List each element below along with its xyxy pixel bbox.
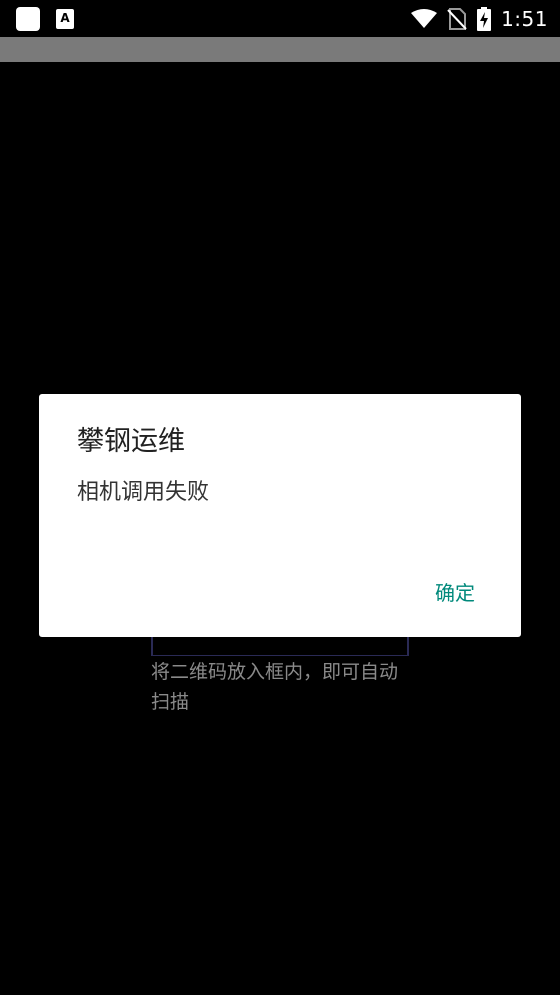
- no-sim-icon: [447, 7, 467, 30]
- a-notification-icon: A: [56, 9, 74, 29]
- clock: 1:51: [501, 6, 548, 31]
- dialog-message: 相机调用失败: [77, 480, 210, 505]
- alert-dialog: 攀钢运维 相机调用失败 确定: [39, 394, 521, 637]
- status-icons: 1:51: [411, 0, 548, 37]
- wifi-icon: [411, 8, 438, 28]
- ok-button[interactable]: 确定: [435, 579, 475, 607]
- scan-hint: 将二维码放入框内，即可自动扫描: [151, 661, 399, 713]
- battery-charging-icon: [477, 6, 492, 31]
- screen: A 1:51 将二维码放入框内，即可自动扫描 攀钢运维 相机调用失败 确定: [0, 0, 560, 995]
- app-bar: [0, 37, 560, 62]
- dialog-title: 攀钢运维: [77, 426, 185, 457]
- status-bar: A 1:51: [0, 0, 560, 37]
- app-icon: [16, 7, 40, 31]
